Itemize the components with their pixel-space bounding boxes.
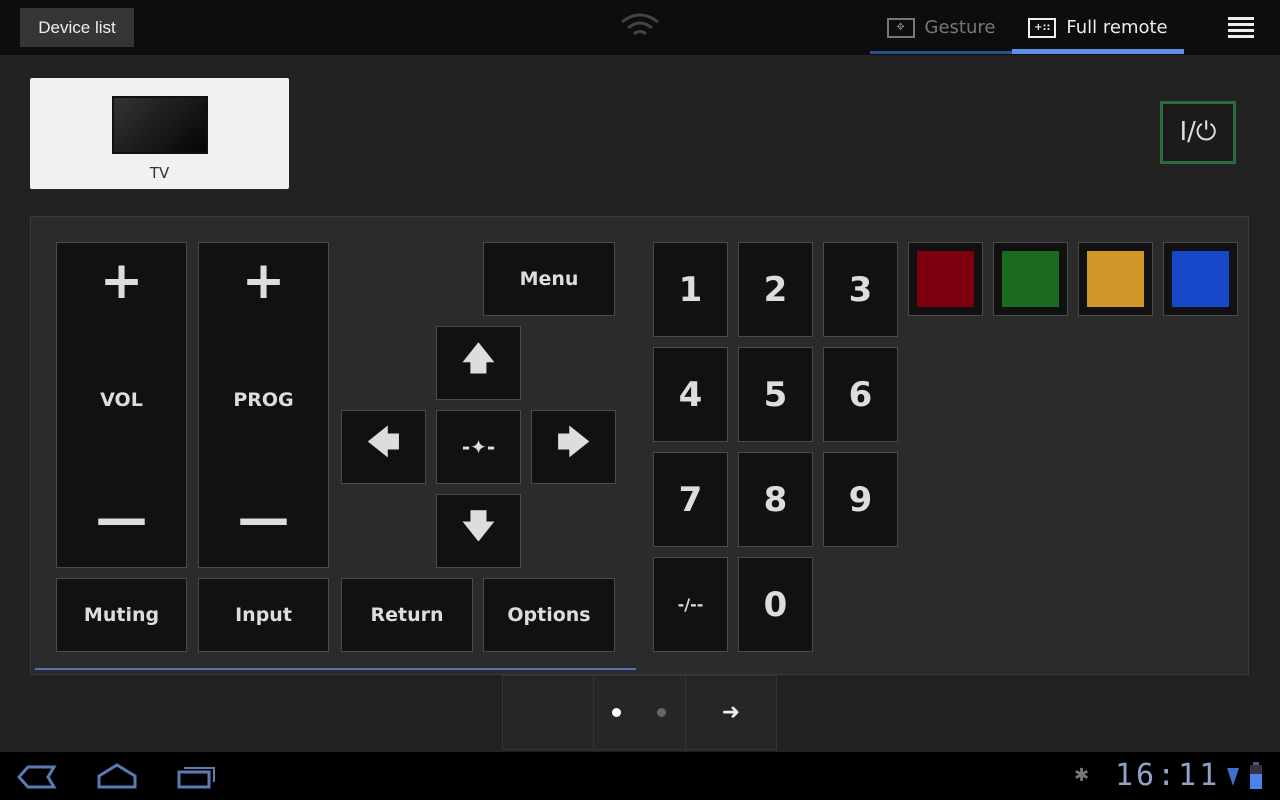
volume-rocker[interactable]: + VOL — xyxy=(56,242,187,568)
page-dot-active[interactable] xyxy=(612,708,622,717)
device-list-button[interactable]: Device list xyxy=(20,8,134,47)
blue-button[interactable] xyxy=(1163,242,1238,316)
page-indicator: ➜ xyxy=(502,675,777,750)
arrow-right-button[interactable]: 🡆 xyxy=(531,410,616,484)
arrow-left-button[interactable]: 🡄 xyxy=(341,410,426,484)
scroll-indicator xyxy=(35,668,636,670)
power-button[interactable]: I/⏻ xyxy=(1160,101,1236,164)
tab-underline xyxy=(870,51,1012,54)
return-button[interactable]: Return xyxy=(341,578,473,652)
tab-gesture[interactable]: ✥ Gesture xyxy=(870,0,1012,55)
volume-up-button[interactable]: + xyxy=(100,255,144,307)
bug-icon: ✱ xyxy=(1074,765,1090,786)
action-bar: Device list ✥ Gesture +:: Full remote xyxy=(0,0,1280,55)
program-down-button[interactable]: — xyxy=(238,493,290,545)
tab-label: Gesture xyxy=(924,17,996,38)
input-button[interactable]: Input xyxy=(198,578,329,652)
blue-swatch xyxy=(1172,251,1229,307)
digit-7-button[interactable]: 7 xyxy=(653,452,728,547)
digit-4-button[interactable]: 4 xyxy=(653,347,728,442)
tab-underline xyxy=(1012,49,1184,54)
system-nav-bar: ✱ 16:11 xyxy=(0,752,1280,800)
digit-6-button[interactable]: 6 xyxy=(823,347,898,442)
digit-0-button[interactable]: 0 xyxy=(738,557,813,652)
full-remote-icon: +:: xyxy=(1028,17,1057,38)
volume-label: VOL xyxy=(100,389,143,411)
yellow-swatch xyxy=(1087,251,1144,307)
wifi-icon xyxy=(621,13,659,36)
select-button[interactable]: -✦- xyxy=(436,410,521,484)
recent-apps-icon[interactable] xyxy=(176,762,218,790)
program-rocker[interactable]: + PROG — xyxy=(198,242,329,568)
red-button[interactable] xyxy=(908,242,983,316)
wifi-signal-icon xyxy=(1227,768,1239,786)
digit-8-button[interactable]: 8 xyxy=(738,452,813,547)
arrow-up-button[interactable]: 🡅 xyxy=(436,326,521,400)
digit-9-button[interactable]: 9 xyxy=(823,452,898,547)
program-label: PROG xyxy=(233,389,294,411)
menu-icon[interactable] xyxy=(1228,17,1254,41)
red-swatch xyxy=(917,251,974,307)
arrow-right-icon: ➜ xyxy=(721,700,741,725)
arrow-down-button[interactable]: 🡇 xyxy=(436,494,521,568)
home-icon[interactable] xyxy=(96,762,138,790)
digit-5-button[interactable]: 5 xyxy=(738,347,813,442)
tv-icon xyxy=(112,96,208,154)
device-card-tv[interactable]: TV xyxy=(30,78,289,189)
muting-button[interactable]: Muting xyxy=(56,578,187,652)
volume-down-button[interactable]: — xyxy=(96,493,148,545)
device-label: TV xyxy=(149,164,170,182)
pager-blank xyxy=(503,676,595,749)
next-page-button[interactable]: ➜ xyxy=(686,676,776,749)
digit-separator-button[interactable]: -/-- xyxy=(653,557,728,652)
page-dot[interactable] xyxy=(657,708,667,717)
battery-icon xyxy=(1250,762,1262,789)
menu-button[interactable]: Menu xyxy=(483,242,615,316)
digit-1-button[interactable]: 1 xyxy=(653,242,728,337)
tab-full-remote[interactable]: +:: Full remote xyxy=(1012,0,1184,55)
gesture-icon: ✥ xyxy=(886,17,915,38)
page-dots[interactable] xyxy=(594,676,686,749)
tab-label: Full remote xyxy=(1066,17,1168,38)
green-swatch xyxy=(1002,251,1059,307)
digit-3-button[interactable]: 3 xyxy=(823,242,898,337)
yellow-button[interactable] xyxy=(1078,242,1153,316)
green-button[interactable] xyxy=(993,242,1068,316)
digit-2-button[interactable]: 2 xyxy=(738,242,813,337)
options-button[interactable]: Options xyxy=(483,578,615,652)
clock: 16:11 xyxy=(1115,758,1221,793)
program-up-button[interactable]: + xyxy=(242,255,286,307)
back-icon[interactable] xyxy=(16,764,58,790)
